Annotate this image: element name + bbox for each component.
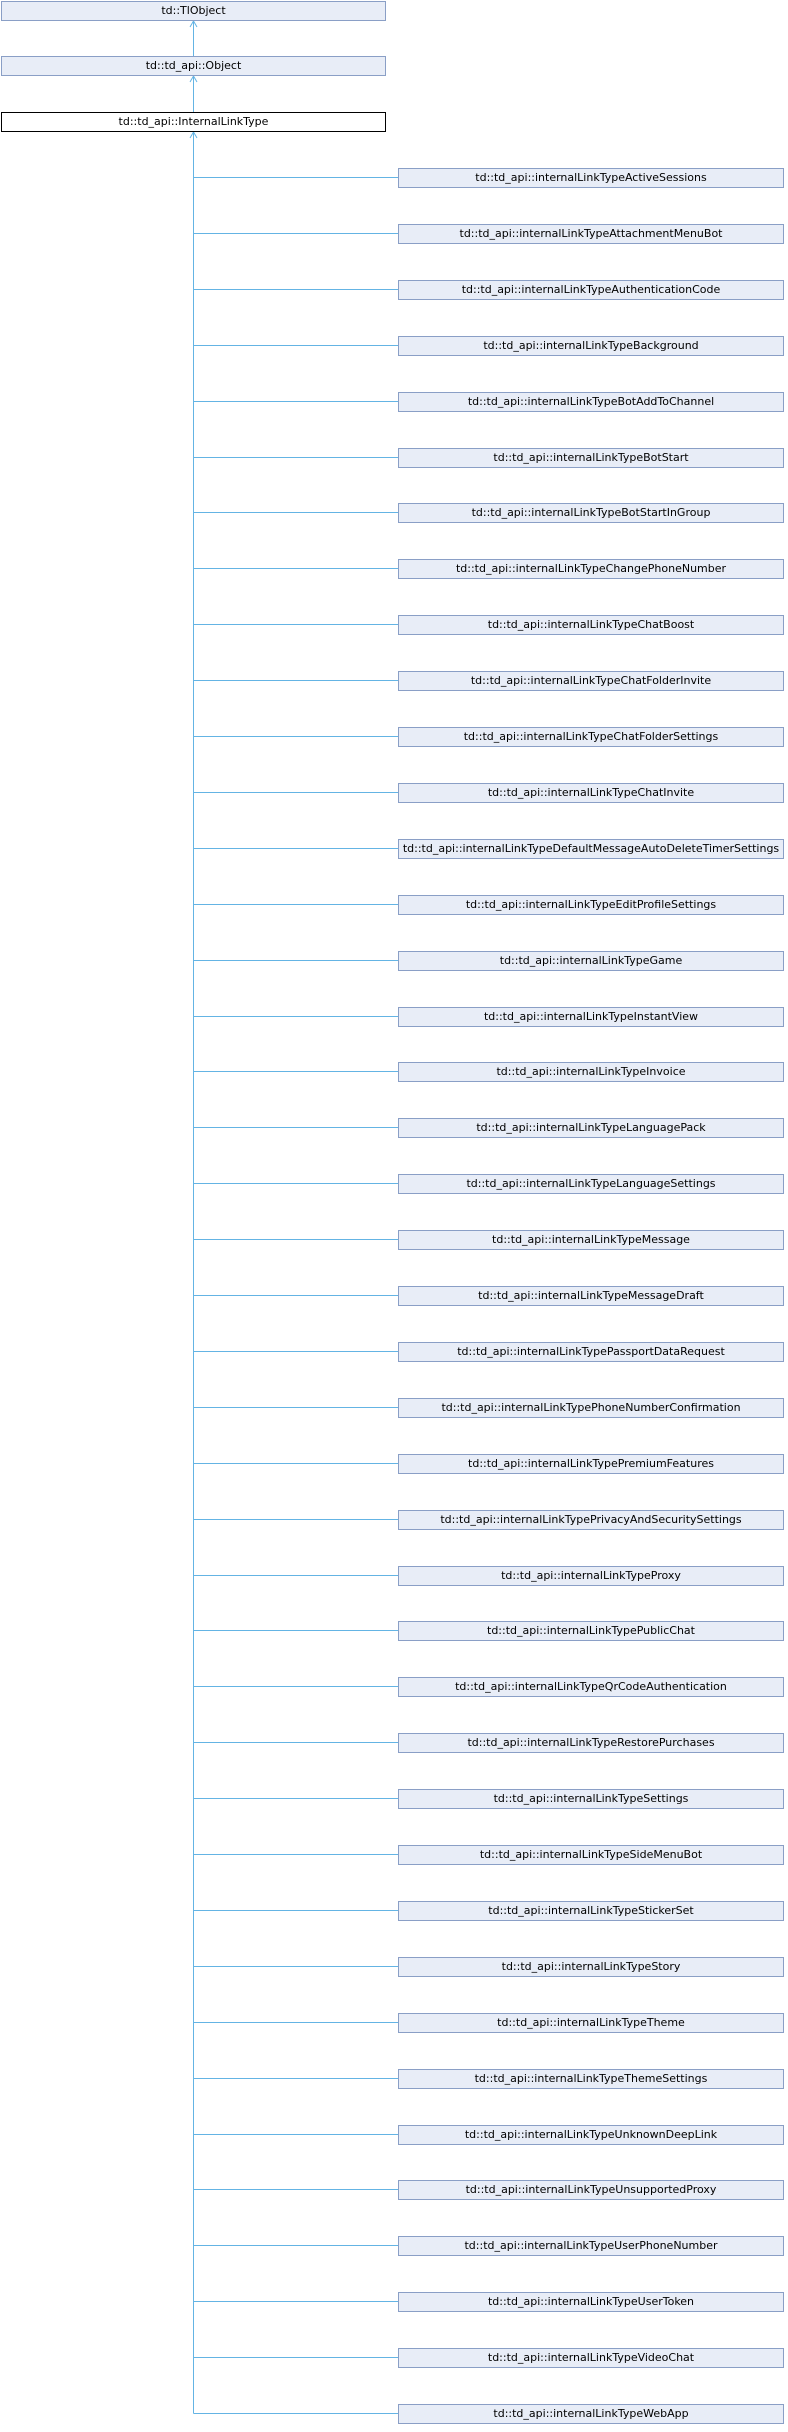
class-node-td-td-api-internallinktypepremiumfeatures[interactable]: td::td_api::internalLinkTypePremiumFeatu… xyxy=(398,1454,784,1474)
class-node-td-td-api-internallinktypemessagedraft[interactable]: td::td_api::internalLinkTypeMessageDraft xyxy=(398,1286,784,1306)
class-node-td-td-api-internallinktypestickerset[interactable]: td::td_api::internalLinkTypeStickerSet xyxy=(398,1901,784,1921)
class-node-td-td-api-internallinktypegame[interactable]: td::td_api::internalLinkTypeGame xyxy=(398,951,784,971)
class-node-td-td-api-internallinktypesidemenubot[interactable]: td::td_api::internalLinkTypeSideMenuBot xyxy=(398,1845,784,1865)
class-node-td-td-api-internallinktypebackground[interactable]: td::td_api::internalLinkTypeBackground xyxy=(398,336,784,356)
class-node-td-td-api-internallinktypepassportdatarequest[interactable]: td::td_api::internalLinkTypePassportData… xyxy=(398,1342,784,1362)
class-node-td-td-api-internallinktypetheme[interactable]: td::td_api::internalLinkTypeTheme xyxy=(398,2013,784,2033)
class-node-td-td-api-internallinktypeactivesessions[interactable]: td::td_api::internalLinkTypeActiveSessio… xyxy=(398,168,784,188)
class-node-td-td-api-internallinktypechatinvite[interactable]: td::td_api::internalLinkTypeChatInvite xyxy=(398,783,784,803)
inheritance-diagram: td::TlObjecttd::td_api::Objecttd::td_api… xyxy=(0,0,788,2432)
class-node-td-td-api-internallinktypeeditprofilesettings[interactable]: td::td_api::internalLinkTypeEditProfileS… xyxy=(398,895,784,915)
class-node-td-td-api-internallinktypeunknowndeeplink[interactable]: td::td_api::internalLinkTypeUnknownDeepL… xyxy=(398,2125,784,2145)
class-node-td-td-api-internallinktypewebapp[interactable]: td::td_api::internalLinkTypeWebApp xyxy=(398,2404,784,2424)
class-node-td-td-api-internallinktypelanguagesettings[interactable]: td::td_api::internalLinkTypeLanguageSett… xyxy=(398,1174,784,1194)
class-node-td-td-api-object[interactable]: td::td_api::Object xyxy=(1,56,386,76)
class-node-td-tlobject[interactable]: td::TlObject xyxy=(1,1,386,21)
class-node-td-td-api-internallinktypethemesettings[interactable]: td::td_api::internalLinkTypeThemeSetting… xyxy=(398,2069,784,2089)
class-node-td-td-api-internallinktypeauthenticationcode[interactable]: td::td_api::internalLinkTypeAuthenticati… xyxy=(398,280,784,300)
class-node-td-td-api-internallinktypechatfolderinvite[interactable]: td::td_api::internalLinkTypeChatFolderIn… xyxy=(398,671,784,691)
class-node-td-td-api-internallinktypepublicchat[interactable]: td::td_api::internalLinkTypePublicChat xyxy=(398,1621,784,1641)
class-node-td-td-api-internallinktypedefaultmessageautodeletetimersettings[interactable]: td::td_api::internalLinkTypeDefaultMessa… xyxy=(398,839,784,859)
class-node-td-td-api-internallinktypechangephonenumber[interactable]: td::td_api::internalLinkTypeChangePhoneN… xyxy=(398,559,784,579)
class-node-td-td-api-internallinktypebotaddtochannel[interactable]: td::td_api::internalLinkTypeBotAddToChan… xyxy=(398,392,784,412)
class-node-td-td-api-internallinktypebotstart[interactable]: td::td_api::internalLinkTypeBotStart xyxy=(398,448,784,468)
class-node-td-td-api-internallinktypephonenumberconfirmation[interactable]: td::td_api::internalLinkTypePhoneNumberC… xyxy=(398,1398,784,1418)
class-node-td-td-api-internallinktypechatfoldersettings[interactable]: td::td_api::internalLinkTypeChatFolderSe… xyxy=(398,727,784,747)
class-node-td-td-api-internallinktypeuserphonenumber[interactable]: td::td_api::internalLinkTypeUserPhoneNum… xyxy=(398,2236,784,2256)
class-node-td-td-api-internallinktypeproxy[interactable]: td::td_api::internalLinkTypeProxy xyxy=(398,1566,784,1586)
class-node-td-td-api-internallinktypeunsupportedproxy[interactable]: td::td_api::internalLinkTypeUnsupportedP… xyxy=(398,2180,784,2200)
class-node-td-td-api-internallinktypeusertoken[interactable]: td::td_api::internalLinkTypeUserToken xyxy=(398,2292,784,2312)
class-node-td-td-api-internallinktypeprivacyandsecuritysettings[interactable]: td::td_api::internalLinkTypePrivacyAndSe… xyxy=(398,1510,784,1530)
class-node-td-td-api-internallinktypestory[interactable]: td::td_api::internalLinkTypeStory xyxy=(398,1957,784,1977)
class-node-td-td-api-internallinktypechatboost[interactable]: td::td_api::internalLinkTypeChatBoost xyxy=(398,615,784,635)
class-node-td-td-api-internallinktypesettings[interactable]: td::td_api::internalLinkTypeSettings xyxy=(398,1789,784,1809)
class-node-td-td-api-internallinktypebotstartingroup[interactable]: td::td_api::internalLinkTypeBotStartInGr… xyxy=(398,503,784,523)
inheritance-edges xyxy=(189,20,398,2414)
class-node-td-td-api-internallinktype[interactable]: td::td_api::InternalLinkType xyxy=(1,112,386,132)
class-node-td-td-api-internallinktypelanguagepack[interactable]: td::td_api::internalLinkTypeLanguagePack xyxy=(398,1118,784,1138)
class-node-td-td-api-internallinktypeattachmentmenubot[interactable]: td::td_api::internalLinkTypeAttachmentMe… xyxy=(398,224,784,244)
class-node-td-td-api-internallinktypeqrcodeauthentication[interactable]: td::td_api::internalLinkTypeQrCodeAuthen… xyxy=(398,1677,784,1697)
class-node-td-td-api-internallinktypeinstantview[interactable]: td::td_api::internalLinkTypeInstantView xyxy=(398,1007,784,1027)
class-node-td-td-api-internallinktypeinvoice[interactable]: td::td_api::internalLinkTypeInvoice xyxy=(398,1062,784,1082)
class-node-td-td-api-internallinktypevideochat[interactable]: td::td_api::internalLinkTypeVideoChat xyxy=(398,2348,784,2368)
class-node-td-td-api-internallinktypemessage[interactable]: td::td_api::internalLinkTypeMessage xyxy=(398,1230,784,1250)
class-node-td-td-api-internallinktyperestorepurchases[interactable]: td::td_api::internalLinkTypeRestorePurch… xyxy=(398,1733,784,1753)
